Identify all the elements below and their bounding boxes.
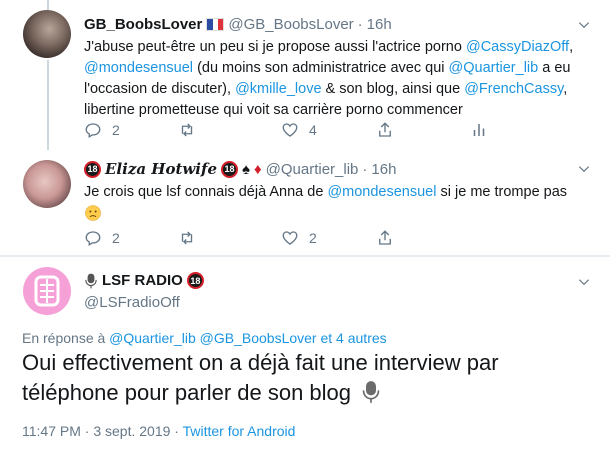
divider xyxy=(0,255,610,257)
chevron-down-icon[interactable] xyxy=(577,162,591,176)
mention-link[interactable]: @GB_BoobsLover xyxy=(200,330,317,346)
tweet-time[interactable]: 16h xyxy=(367,16,392,33)
share-button[interactable] xyxy=(376,229,394,247)
heart-icon xyxy=(282,231,298,245)
reply-button[interactable]: 2 xyxy=(84,229,120,247)
text-segment: (du moins son administratrice avec qui xyxy=(193,60,449,76)
microphone-icon xyxy=(85,273,97,288)
main-tweet-text: Oui effectivement on a déjà fait une int… xyxy=(22,348,592,408)
user-handle[interactable]: @GB_BoobsLover xyxy=(228,16,353,33)
analytics-icon xyxy=(473,124,485,136)
user-name[interactable]: GB_BoobsLover xyxy=(84,16,202,33)
reply-count: 2 xyxy=(112,122,120,138)
like-button[interactable]: 4 xyxy=(281,121,317,139)
reply-count: 2 xyxy=(112,230,120,246)
reply-button[interactable]: 2 xyxy=(84,121,120,139)
share-icon xyxy=(379,230,391,245)
mention-link[interactable]: @mondesensuel xyxy=(327,184,436,200)
main-user-name-row: LSF RADIO 18 xyxy=(84,272,204,289)
user-handle[interactable]: @Quartier_lib xyxy=(266,161,359,178)
user-handle[interactable]: @LSFradioOff xyxy=(84,294,180,311)
retweet-icon xyxy=(181,123,193,137)
mention-link[interactable]: @kmille_love xyxy=(235,81,321,97)
chevron-down-icon[interactable] xyxy=(577,18,591,32)
separator-dot: · xyxy=(362,160,368,178)
main-tweet-body: Oui effectivement on a déjà fait une int… xyxy=(22,350,499,405)
share-button[interactable] xyxy=(376,121,394,139)
avatar[interactable] xyxy=(23,160,71,208)
separator-dot: · xyxy=(357,16,363,33)
chevron-down-icon[interactable] xyxy=(577,275,591,289)
microphone-icon xyxy=(362,381,380,403)
reply-icon xyxy=(85,123,101,138)
mention-link[interactable]: @FrenchCassy xyxy=(464,81,563,97)
diamond-icon: ♦ xyxy=(253,160,262,178)
heart-icon xyxy=(282,123,298,137)
retweet-button[interactable] xyxy=(178,229,206,247)
reply-prefix: En réponse à xyxy=(22,330,110,346)
source-link[interactable]: Twitter for Android xyxy=(183,423,296,439)
text-segment: si je me trompe pas xyxy=(436,184,568,200)
radio-logo-icon xyxy=(34,275,60,307)
tweet-text: Je crois que lsf connais déjà Anna de @m… xyxy=(84,182,594,203)
tweet-time[interactable]: 16h xyxy=(371,161,396,178)
retweet-icon xyxy=(181,231,193,245)
tweet-header: 18 𝑬𝒍𝒊𝒛𝒂 𝑯𝒐𝒕𝒘𝒊𝒇𝒆 18 ♠ ♦ @Quartier_lib · … xyxy=(84,160,396,178)
text-segment: Je crois que lsf connais déjà Anna de xyxy=(84,184,328,200)
tweet-meta: 11:47 PM · 3 sept. 2019 · Twitter for An… xyxy=(22,423,295,439)
text-segment: J'abuse peut-être un peu si je propose a… xyxy=(84,39,466,55)
adult-badge-icon: 18 xyxy=(84,160,101,178)
timestamp[interactable]: 11:47 PM · 3 sept. 2019 xyxy=(22,423,170,439)
text-segment: & son blog, ainsi que xyxy=(321,81,465,97)
avatar[interactable] xyxy=(23,10,71,58)
avatar[interactable] xyxy=(23,267,71,315)
adult-badge-icon: 18 xyxy=(221,160,239,178)
france-flag-icon xyxy=(206,18,225,31)
spade-icon: ♠ xyxy=(242,160,250,178)
mention-link[interactable]: @Quartier_lib xyxy=(109,330,196,346)
mention-link[interactable]: @mondesensuel xyxy=(84,60,193,76)
user-name[interactable]: LSF RADIO xyxy=(102,272,183,289)
user-name[interactable]: 𝑬𝒍𝒊𝒛𝒂 𝑯𝒐𝒕𝒘𝒊𝒇𝒆 xyxy=(105,160,217,178)
more-recipients-link[interactable]: et 4 autres xyxy=(320,330,386,346)
adult-badge-icon: 18 xyxy=(186,272,204,289)
text-segment: , xyxy=(569,39,574,55)
separator-dot: · xyxy=(174,423,179,439)
tweet-text: J'abuse peut-être un peu si je propose a… xyxy=(84,37,594,121)
like-count: 4 xyxy=(309,122,317,138)
tweet-eliza-hotwife[interactable]: 18 𝑬𝒍𝒊𝒛𝒂 𝑯𝒐𝒕𝒘𝒊𝒇𝒆 18 ♠ ♦ @Quartier_lib · … xyxy=(0,150,610,255)
tweet-gb-boobslover[interactable]: GB_BoobsLover @GB_BoobsLover · 16h J'abu… xyxy=(0,0,610,150)
tweet-header: GB_BoobsLover @GB_BoobsLover · 16h xyxy=(84,16,392,33)
mention-link[interactable]: @CassyDiazOff xyxy=(466,39,569,55)
retweet-button[interactable] xyxy=(178,121,206,139)
frowning-face-emoji-icon xyxy=(85,205,101,221)
mention-link[interactable]: @Quartier_lib xyxy=(449,60,539,76)
share-icon xyxy=(379,122,391,137)
analytics-button[interactable] xyxy=(470,121,488,139)
like-button[interactable]: 2 xyxy=(281,229,317,247)
reply-icon xyxy=(85,231,101,246)
like-count: 2 xyxy=(309,230,317,246)
reply-context: En réponse à @Quartier_lib @GB_BoobsLove… xyxy=(22,330,387,346)
